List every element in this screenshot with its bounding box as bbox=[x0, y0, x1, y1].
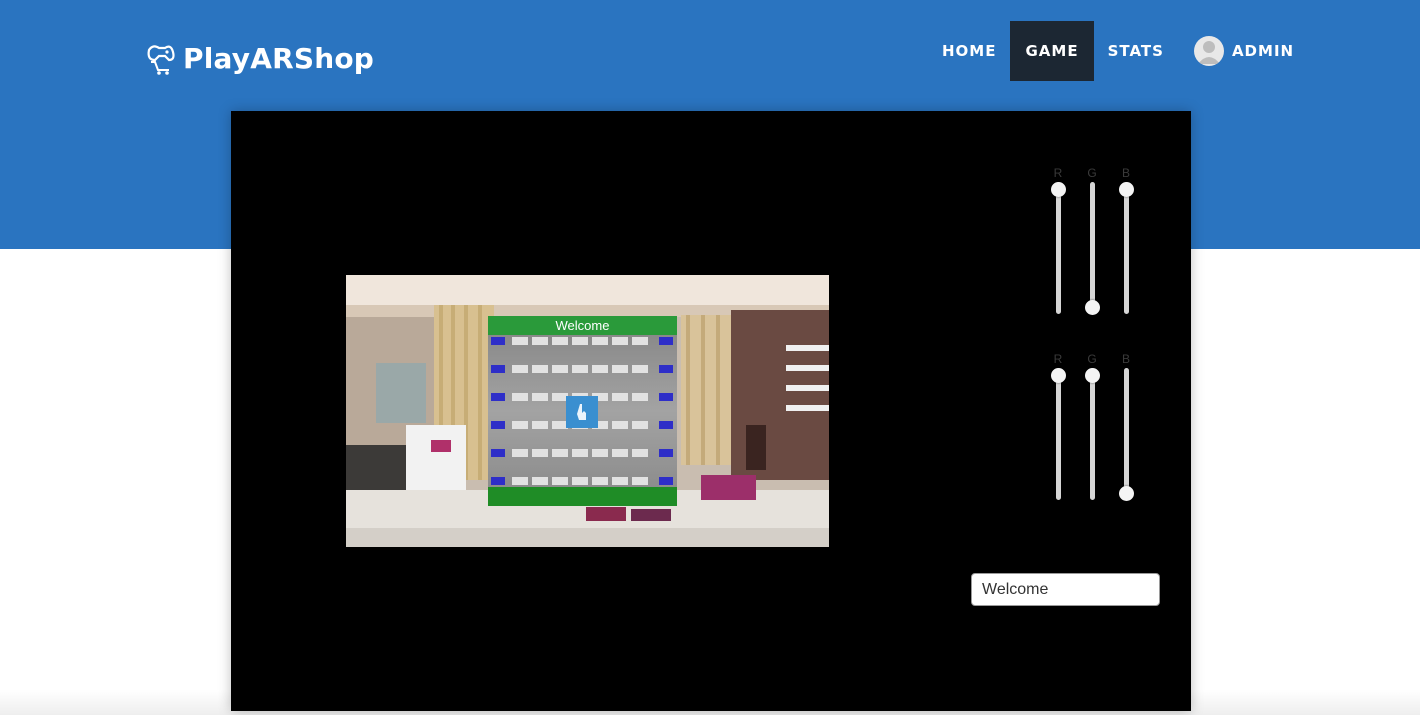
slider-track[interactable] bbox=[1055, 368, 1061, 500]
gamepad-cart-icon bbox=[147, 45, 175, 75]
nav-admin-label: ADMIN bbox=[1231, 42, 1295, 60]
slider-label-b: B bbox=[1121, 166, 1130, 180]
shelf-product bbox=[592, 449, 608, 457]
shelf-product bbox=[552, 337, 568, 345]
shelf-product bbox=[612, 421, 628, 429]
shelf-product bbox=[572, 365, 588, 373]
slider-thumb-r[interactable] bbox=[1051, 368, 1066, 383]
slider-label-g: G bbox=[1087, 166, 1097, 180]
shelf-marker bbox=[659, 365, 673, 373]
welcome-panel-footer bbox=[488, 487, 677, 506]
shelf-marker bbox=[491, 365, 505, 373]
slider-track[interactable] bbox=[1089, 182, 1095, 314]
nav-home[interactable]: HOME bbox=[928, 21, 1010, 81]
shelf-product bbox=[532, 393, 548, 401]
shelf-product bbox=[592, 477, 608, 485]
shelf-product bbox=[612, 337, 628, 345]
shelf-product bbox=[532, 421, 548, 429]
shelf-product bbox=[632, 337, 648, 345]
slider-thumb-g[interactable] bbox=[1085, 300, 1100, 315]
nav-game[interactable]: GAME bbox=[1010, 21, 1094, 81]
shelf-marker bbox=[491, 421, 505, 429]
shelf-product bbox=[572, 449, 588, 457]
shelf-marker bbox=[491, 393, 505, 401]
slider-track[interactable] bbox=[1123, 182, 1129, 314]
slider-track[interactable] bbox=[1123, 368, 1129, 500]
slider-thumb-r[interactable] bbox=[1051, 182, 1066, 197]
shelf-marker bbox=[659, 393, 673, 401]
slider-label-r: R bbox=[1053, 166, 1063, 180]
nav-stats[interactable]: STATS bbox=[1094, 21, 1178, 81]
shelf-product bbox=[612, 365, 628, 373]
brand-name: PlayARShop bbox=[183, 41, 375, 75]
shelf-product bbox=[512, 477, 528, 485]
shelf-product bbox=[612, 449, 628, 457]
rgb-sliders: R G B R G B bbox=[1051, 166, 1151, 526]
welcome-text-input[interactable] bbox=[971, 573, 1160, 606]
shelf-marker bbox=[491, 449, 505, 457]
welcome-panel-title: Welcome bbox=[488, 316, 677, 335]
shelf-product bbox=[632, 449, 648, 457]
shelf-product bbox=[512, 421, 528, 429]
shelf-marker bbox=[659, 449, 673, 457]
hand-pointer-icon[interactable] bbox=[566, 396, 598, 428]
nav-home-label: HOME bbox=[942, 42, 997, 60]
shelf-product bbox=[612, 393, 628, 401]
brand[interactable]: PlayARShop bbox=[145, 40, 374, 76]
slider-label-b: B bbox=[1121, 352, 1130, 366]
shelf-marker bbox=[659, 337, 673, 345]
slider-label-g: G bbox=[1087, 352, 1097, 366]
shelf-product bbox=[552, 365, 568, 373]
slider-thumb-g[interactable] bbox=[1085, 368, 1100, 383]
shelf-product bbox=[572, 477, 588, 485]
slider-track[interactable] bbox=[1089, 368, 1095, 500]
shelf-marker bbox=[491, 337, 505, 345]
shelf-marker bbox=[659, 421, 673, 429]
shelf-product bbox=[512, 393, 528, 401]
shelf-product bbox=[632, 393, 648, 401]
game-canvas[interactable]: Welcome R G B R G B bbox=[231, 111, 1191, 711]
shelf-marker bbox=[491, 477, 505, 485]
shelf-product bbox=[632, 477, 648, 485]
shelf-product bbox=[552, 477, 568, 485]
shelf-product bbox=[532, 449, 548, 457]
shelf-product bbox=[532, 337, 548, 345]
shelf-product bbox=[592, 337, 608, 345]
welcome-panel[interactable]: Welcome bbox=[488, 316, 677, 506]
shelf-product bbox=[632, 421, 648, 429]
shelf-product bbox=[632, 365, 648, 373]
shelf-marker bbox=[659, 477, 673, 485]
user-avatar-icon bbox=[1193, 36, 1224, 66]
nav-admin[interactable]: ADMIN bbox=[1178, 21, 1308, 81]
shelf-product bbox=[592, 365, 608, 373]
shelf-product bbox=[512, 449, 528, 457]
camera-feed: Welcome bbox=[346, 275, 829, 547]
shelf-product bbox=[552, 449, 568, 457]
nav-game-label: GAME bbox=[1025, 42, 1079, 60]
shelf-product bbox=[512, 365, 528, 373]
slider-thumb-b[interactable] bbox=[1119, 486, 1134, 501]
shelf-product bbox=[532, 477, 548, 485]
slider-track[interactable] bbox=[1055, 182, 1061, 314]
slider-label-r: R bbox=[1053, 352, 1063, 366]
slider-thumb-b[interactable] bbox=[1119, 182, 1134, 197]
nav-stats-label: STATS bbox=[1107, 42, 1164, 60]
shelf-product bbox=[532, 365, 548, 373]
shelf-product bbox=[512, 337, 528, 345]
main-nav: HOME GAME STATS ADMIN bbox=[928, 21, 1308, 81]
shelf-product bbox=[612, 477, 628, 485]
shelf-product bbox=[572, 337, 588, 345]
